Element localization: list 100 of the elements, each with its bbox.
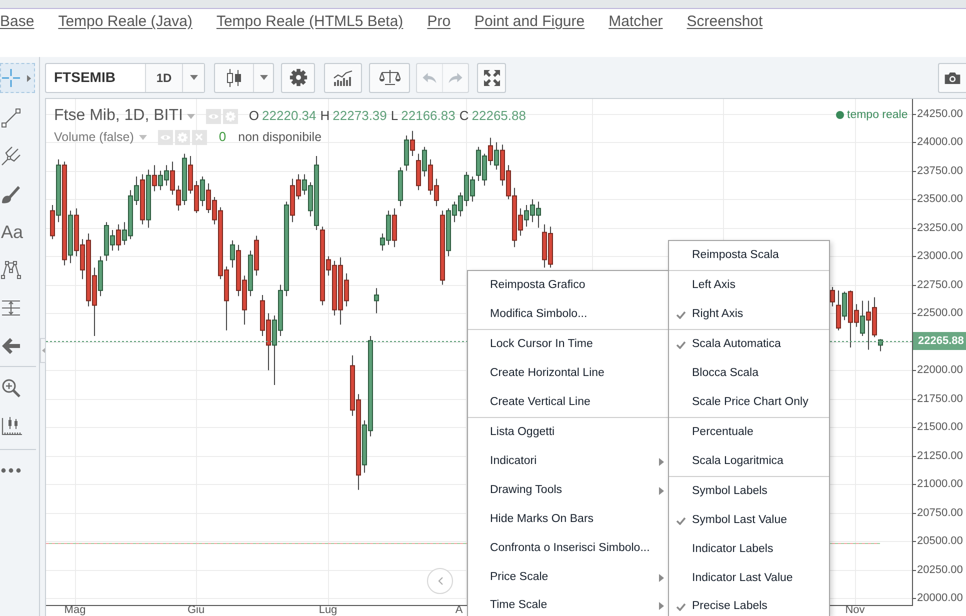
menu-item[interactable]: Drawing Tools [468, 476, 668, 505]
menu-item[interactable]: Reimposta Grafico [468, 271, 668, 300]
menu-item[interactable]: Symbol Labels [669, 477, 829, 506]
menu-item[interactable]: Indicator Last Value [669, 564, 829, 593]
menu-item[interactable]: Hide Marks On Bars [468, 505, 668, 534]
time-axis-label: Mag [64, 605, 86, 616]
fullscreen-button[interactable] [477, 62, 506, 92]
ohlc-label: C [459, 107, 469, 126]
caret-down-icon [138, 134, 147, 140]
ohlc-value: 22220.34 [262, 107, 316, 126]
eye-icon [208, 112, 219, 120]
check-icon [676, 516, 686, 524]
menu-item[interactable]: Time Scale [468, 592, 668, 616]
crosshair-icon [1, 68, 21, 88]
menu-item[interactable]: Confronta o Inserisci Simbolo... [468, 534, 668, 563]
menu-item[interactable]: Lock Cursor In Time [468, 330, 668, 359]
time-axis-label: Lug [318, 605, 338, 616]
ohlc-value: 22166.83 [401, 107, 456, 126]
text-tool[interactable]: Aa [0, 213, 24, 251]
ohlc-label: L [390, 107, 398, 126]
menu-item[interactable]: Left Axis [669, 271, 829, 300]
menu-item[interactable]: Symbol Last Value [669, 506, 829, 535]
zoom-in-icon [1, 378, 21, 398]
price-axis-label: 22500.00 [917, 306, 963, 320]
last-price-label: 22265.88 [913, 332, 966, 350]
price-axis-label: 21000.00 [917, 477, 963, 491]
menu-item[interactable]: Right Axis [669, 300, 829, 329]
nav-link[interactable]: Tempo Reale (Java) [58, 13, 192, 31]
redo-icon [447, 70, 464, 84]
realtime-label: tempo reale [847, 109, 908, 121]
price-axis-label: 22750.00 [917, 278, 963, 292]
flyout-arrow-icon [27, 74, 31, 82]
indicator-status: non disponibile [238, 128, 322, 146]
price-axis-label: 20000.00 [917, 591, 963, 605]
indicators-button[interactable] [324, 62, 362, 92]
menu-item[interactable]: Scala Automatica [669, 330, 829, 359]
price-axis-label: 23250.00 [917, 221, 963, 235]
series-title: Ftse Mib, 1D, BITI [54, 106, 183, 126]
price-axis-label: 21750.00 [917, 392, 963, 406]
price-axis-label: 23000.00 [917, 249, 963, 263]
ohlc-label: H [320, 107, 330, 126]
ohlc-value: 22265.88 [472, 107, 526, 126]
price-axis-label: 20250.00 [917, 563, 963, 577]
menu-item[interactable]: Reimposta Scala [669, 241, 829, 270]
menu-item[interactable]: Precise Labels [669, 593, 829, 616]
menu-item[interactable]: Lista Oggetti [468, 418, 668, 447]
collapse-handle[interactable] [40, 338, 46, 363]
check-icon [676, 310, 686, 318]
menu-item[interactable]: Create Vertical Line [468, 388, 668, 417]
submenu-arrow-icon [659, 458, 664, 466]
arrow-left-icon [1, 337, 21, 355]
camera-icon [944, 70, 961, 84]
nav-link[interactable]: Base [0, 13, 34, 31]
vertical-range-icon [1, 298, 21, 318]
menu-item[interactable]: Scale Price Chart Only [669, 388, 829, 417]
time-axis-label: Nov [845, 605, 865, 616]
candlestick-icon [226, 68, 242, 88]
settings-button[interactable] [281, 62, 315, 92]
menu-item[interactable]: Modifica Simbolo... [468, 300, 668, 329]
dots-icon [1, 468, 21, 472]
price-axis-label: 22000.00 [917, 363, 963, 377]
collapse-arrow-icon [42, 348, 44, 353]
undo-icon [421, 70, 438, 84]
price-axis-label: 23750.00 [917, 164, 963, 178]
close-icon [195, 133, 204, 141]
price-axis-label: 24250.00 [917, 107, 963, 121]
nav-link[interactable]: Point and Figure [474, 13, 585, 31]
price-axis-label: 21500.00 [917, 420, 963, 434]
menu-item[interactable]: Blocca Scala [669, 359, 829, 388]
candle [374, 288, 379, 314]
nav-link[interactable]: Matcher [608, 13, 663, 31]
submenu-arrow-icon [659, 574, 664, 582]
check-icon [676, 603, 686, 611]
settings-icon [288, 68, 308, 87]
menu-item[interactable]: Create Horizontal Line [468, 359, 668, 388]
bar-chart-icon [333, 68, 353, 86]
menu-item[interactable]: Scala Logaritmica [669, 447, 829, 476]
eye-icon [160, 134, 171, 140]
settings-icon [176, 132, 188, 142]
screenshot-button[interactable] [938, 62, 966, 92]
brush-icon [1, 184, 21, 204]
nav-link[interactable]: Pro [427, 13, 451, 31]
expand-icon [482, 68, 500, 86]
ohlc-value: 22273.39 [332, 107, 387, 126]
price-axis-label: 20750.00 [917, 506, 963, 520]
ohlc-label: O [248, 107, 260, 126]
price-axis-label: 24000.00 [917, 135, 963, 149]
crosshair-tool[interactable] [0, 63, 35, 93]
caret-down-icon [260, 75, 268, 80]
nav-link[interactable]: Screenshot [686, 13, 763, 31]
submenu-arrow-icon [659, 602, 664, 610]
ruler-candles-icon [1, 416, 23, 436]
menu-item[interactable]: Percentuale [669, 418, 829, 447]
compare-button[interactable] [369, 62, 410, 92]
menu-item[interactable]: Price Scale [468, 563, 668, 592]
check-icon [676, 340, 686, 348]
caret-down-icon [186, 114, 195, 118]
nav-link[interactable]: Tempo Reale (HTML5 Beta) [216, 13, 404, 31]
menu-item[interactable]: Indicator Labels [669, 535, 829, 564]
menu-item[interactable]: Indicatori [468, 447, 668, 476]
